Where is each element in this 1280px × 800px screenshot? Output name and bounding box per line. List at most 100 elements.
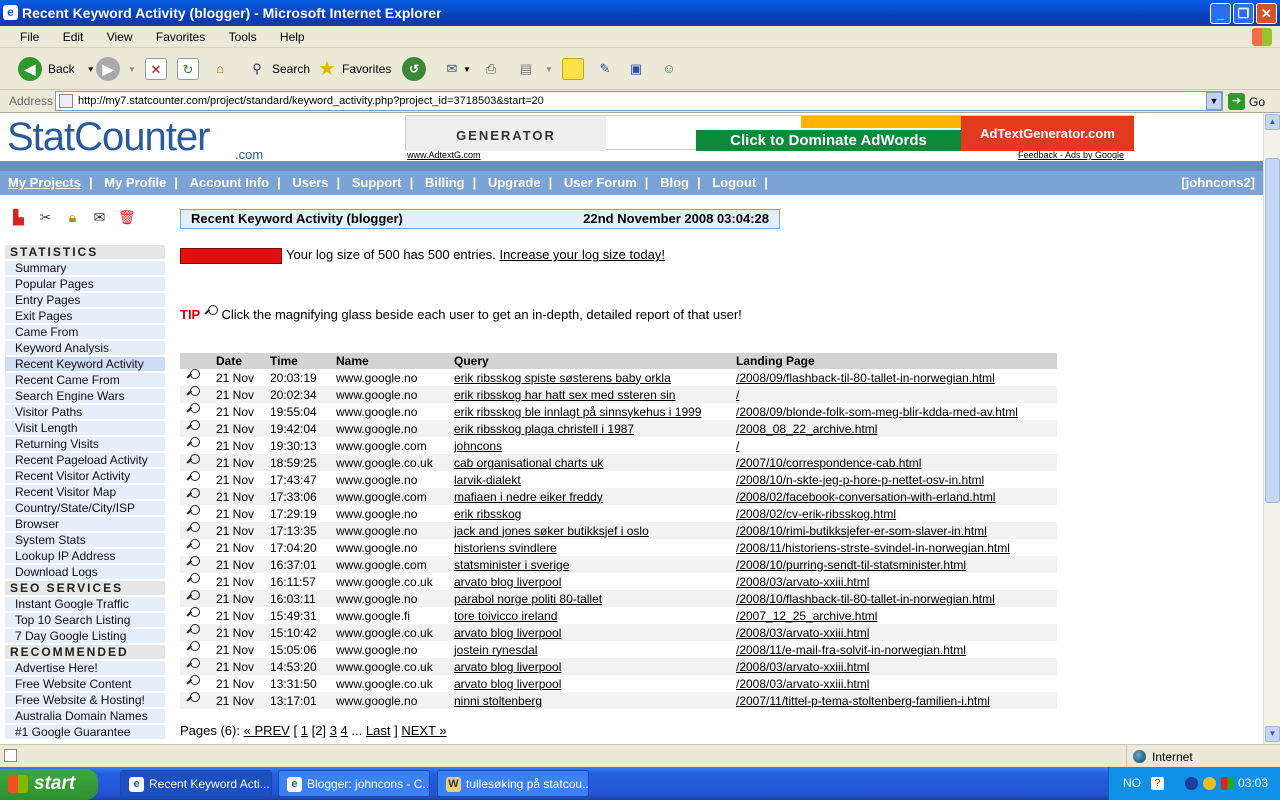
address-input[interactable]: http://my7.statcounter.com/project/stand… xyxy=(55,91,1223,111)
magnifier-icon[interactable] xyxy=(186,420,200,434)
magnifier-icon[interactable] xyxy=(186,437,200,451)
magnifier-icon[interactable] xyxy=(186,607,200,621)
config-tools-icon[interactable]: ✂ xyxy=(37,209,54,226)
cell-landing-page[interactable]: /2008/02/facebook-conversation-with-erla… xyxy=(736,490,995,504)
nav-my-projects[interactable]: My Projects xyxy=(8,171,81,195)
go-button[interactable]: ➜ Go xyxy=(1228,93,1265,110)
menu-file[interactable]: File xyxy=(0,26,45,44)
cell-query[interactable]: arvato blog liverpool xyxy=(454,660,561,674)
cell-landing-page[interactable]: /2008/03/arvato-xxiii.html xyxy=(736,660,869,674)
nav-billing[interactable]: Billing xyxy=(425,171,465,195)
menu-tools[interactable]: Tools xyxy=(215,26,263,44)
ad-banner[interactable]: GENERATOR Click to Dominate AdWords AdTe… xyxy=(405,115,1134,151)
increase-log-link[interactable]: Increase your log size today! xyxy=(499,247,664,262)
sidebar-rec-item-0[interactable]: Advertise Here! xyxy=(5,661,165,676)
cell-query[interactable]: erik ribsskog ble innlagt på sinnsykehus… xyxy=(454,405,701,419)
cell-query[interactable]: statsminister i sverige xyxy=(454,558,569,572)
magnifier-icon[interactable] xyxy=(186,488,200,502)
magnifier-icon[interactable] xyxy=(186,641,200,655)
cell-query[interactable]: ninni stoltenberg xyxy=(454,694,542,708)
magnifier-icon[interactable] xyxy=(186,675,200,689)
sidebar-stat-item-8[interactable]: Search Engine Wars xyxy=(5,389,165,404)
cell-landing-page[interactable]: /2008/03/arvato-xxiii.html xyxy=(736,575,869,589)
sidebar-stat-item-10[interactable]: Visit Length xyxy=(5,421,165,436)
cell-landing-page[interactable]: /2008_08_22_archive.html xyxy=(736,422,877,436)
address-dropdown-icon[interactable]: ▼ xyxy=(1206,92,1222,110)
title-bar[interactable]: e Recent Keyword Activity (blogger) - Mi… xyxy=(0,0,1280,26)
sidebar-stat-item-12[interactable]: Recent Pageload Activity xyxy=(5,453,165,468)
task-tullesoking[interactable]: Wtullesøking på statcou... xyxy=(437,770,589,797)
sidebar-stat-item-2[interactable]: Entry Pages xyxy=(5,293,165,308)
sidebar-stat-item-1[interactable]: Popular Pages xyxy=(5,277,165,292)
cell-query[interactable]: erik ribsskog har hatt sex med ssteren s… xyxy=(454,388,675,402)
cell-landing-page[interactable]: /2008/10/purring-sendt-til-statsminister… xyxy=(736,558,966,572)
menu-favorites[interactable]: Favorites xyxy=(142,26,211,44)
sidebar-stat-item-11[interactable]: Returning Visits xyxy=(5,437,165,452)
cell-landing-page[interactable]: /2008/09/flashback-til-80-tallet-in-norw… xyxy=(736,371,995,385)
cell-landing-page[interactable]: /2007/10/correspondence-cab.html xyxy=(736,456,921,470)
sidebar-stat-item-5[interactable]: Keyword Analysis xyxy=(5,341,165,356)
cell-query[interactable]: erik ribsskog spiste søsterens baby orkl… xyxy=(454,371,671,385)
menu-help[interactable]: Help xyxy=(266,26,311,44)
nav-account-info[interactable]: Account Info xyxy=(190,171,269,195)
scroll-up-icon[interactable]: ▲ xyxy=(1265,114,1280,130)
minimize-button[interactable]: _ xyxy=(1210,3,1231,24)
search-button[interactable]: ⚲ Search xyxy=(246,56,310,82)
sidebar-seo-item-0[interactable]: Instant Google Traffic xyxy=(5,597,165,612)
nav-users[interactable]: Users xyxy=(292,171,328,195)
cell-query[interactable]: historiens svindlere xyxy=(454,541,557,555)
ad-url-link[interactable]: www.AdtextG.com xyxy=(407,150,481,160)
sidebar-stat-item-18[interactable]: Lookup IP Address xyxy=(5,549,165,564)
cell-landing-page[interactable]: /2008/11/historiens-strste-svindel-in-no… xyxy=(736,541,1010,555)
cell-landing-page[interactable]: /2008/09/blonde-folk-som-meg-blir-kdda-m… xyxy=(736,405,1018,419)
sidebar-seo-item-1[interactable]: Top 10 Search Listing xyxy=(5,613,165,628)
nav-my-profile[interactable]: My Profile xyxy=(104,171,166,195)
magnifier-icon[interactable] xyxy=(186,590,200,604)
sidebar-stat-item-14[interactable]: Recent Visitor Map xyxy=(5,485,165,500)
language-indicator[interactable]: NO xyxy=(1123,767,1141,800)
cell-landing-page[interactable]: /2008/02/cv-erik-ribsskog.html xyxy=(736,507,896,521)
messenger-button[interactable]: ✎ xyxy=(594,56,616,82)
cell-query[interactable]: arvato blog liverpool xyxy=(454,575,561,589)
cell-query[interactable]: parabol norge politi 80-tallet xyxy=(454,592,602,606)
page-4-link[interactable]: 4 xyxy=(341,723,348,738)
home-button[interactable]: ⌂ xyxy=(209,56,231,82)
sidebar-stat-item-13[interactable]: Recent Visitor Activity xyxy=(5,469,165,484)
next-page-link[interactable]: NEXT » xyxy=(401,723,446,738)
sidebar-rec-item-2[interactable]: Free Website & Hosting! xyxy=(5,693,165,708)
menu-view[interactable]: View xyxy=(93,26,139,44)
forward-button[interactable]: ▶ ▼ xyxy=(96,56,136,82)
nav-user-forum[interactable]: User Forum xyxy=(564,171,637,195)
sidebar-stat-item-7[interactable]: Recent Came From xyxy=(5,373,165,388)
menu-edit[interactable]: Edit xyxy=(49,26,90,44)
cell-query[interactable]: jostein rynesdal xyxy=(454,643,537,657)
stats-chart-icon[interactable]: ▙ xyxy=(10,209,27,226)
email-icon[interactable]: ✉ xyxy=(91,209,108,226)
research-button[interactable]: ▣ xyxy=(625,56,647,82)
help-tray-icon[interactable]: ? xyxy=(1151,777,1164,790)
magnifier-icon[interactable] xyxy=(186,573,200,587)
task-recent-keyword[interactable]: e Recent Keyword Acti... xyxy=(120,770,272,797)
cell-landing-page[interactable]: /2008/10/rimi-butikksjefer-er-som-slaver… xyxy=(736,524,987,538)
cell-query[interactable]: erik ribsskog xyxy=(454,507,521,521)
page-3-link[interactable]: 3 xyxy=(330,723,337,738)
cell-landing-page[interactable]: /2008/03/arvato-xxiii.html xyxy=(736,677,869,691)
sidebar-stat-item-9[interactable]: Visitor Paths xyxy=(5,405,165,420)
cell-landing-page[interactable]: /2008/10/n-skte-jeg-p-hore-p-nettet-osv-… xyxy=(736,473,984,487)
cell-query[interactable]: erik ribsskog plaga christell i 1987 xyxy=(454,422,634,436)
ad-feedback-link[interactable]: Feedback - Ads by Google xyxy=(1018,150,1124,160)
network-tray-icon[interactable] xyxy=(1203,777,1216,790)
cell-query[interactable]: jack and jones søker butikksjef i oslo xyxy=(454,524,649,538)
favorites-button[interactable]: ★ Favorites xyxy=(316,56,391,82)
magnifier-icon[interactable] xyxy=(186,692,200,706)
cell-query[interactable]: mafiaen i nedre eiker freddy xyxy=(454,490,603,504)
close-button[interactable]: ✕ xyxy=(1256,3,1277,24)
sidebar-stat-item-19[interactable]: Download Logs xyxy=(5,565,165,580)
nav-blog[interactable]: Blog xyxy=(660,171,689,195)
page-1-link[interactable]: 1 xyxy=(301,723,308,738)
trash-icon[interactable]: 🗑︎ xyxy=(118,209,136,226)
cell-landing-page[interactable]: / xyxy=(736,388,739,402)
cell-query[interactable]: arvato blog liverpool xyxy=(454,626,561,640)
nav-support[interactable]: Support xyxy=(352,171,402,195)
last-page-link[interactable]: Last xyxy=(366,723,391,738)
